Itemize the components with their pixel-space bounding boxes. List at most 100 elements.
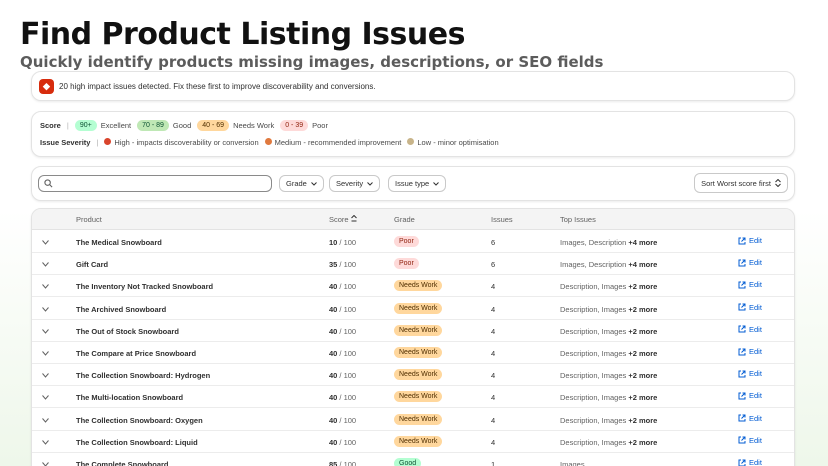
column-header-score[interactable]: Score	[329, 214, 357, 224]
table-row[interactable]: The Complete Snowboard 85 / 100 Good 1 Image…	[32, 453, 794, 466]
edit-link[interactable]: Edit	[738, 369, 762, 378]
more-issues-count: +2 more	[628, 282, 658, 292]
edit-label: Edit	[749, 347, 762, 356]
issue-count: 4	[491, 393, 496, 403]
issue-type-filter-button[interactable]: Issue type	[388, 175, 447, 192]
top-issues: Description, Images +2 more	[560, 438, 657, 447]
table-row[interactable]: The Multi-location Snowboard 40 / 100 Need…	[32, 386, 794, 409]
expand-chevron-icon[interactable]	[42, 328, 49, 334]
table-row[interactable]: The Collection Snowboard: Hydrogen 40 / 1…	[32, 364, 794, 387]
severity-filter-button[interactable]: Severity	[329, 175, 381, 192]
edit-link[interactable]: Edit	[738, 303, 762, 312]
edit-label: Edit	[749, 435, 762, 445]
product-score: 40 / 100	[329, 393, 356, 402]
edit-link[interactable]: Edit	[738, 280, 762, 289]
score-suffix: / 100	[337, 349, 357, 358]
table-row[interactable]: The Medical Snowboard 10 / 100 Poor 6 Images…	[32, 231, 794, 253]
top-issues: Description, Images +2 more	[560, 327, 657, 336]
score-legend-label: Score	[40, 121, 61, 130]
external-link-icon	[738, 459, 746, 466]
expand-chevron-icon[interactable]	[42, 462, 49, 466]
grade-badge-cell: Good	[394, 458, 422, 466]
score-suffix: / 100	[337, 326, 357, 336]
product-name: The Medical Snowboard	[76, 238, 162, 247]
external-link-icon	[738, 259, 746, 267]
edit-link[interactable]: Edit	[738, 325, 762, 334]
low-severity-dot-icon	[407, 138, 415, 145]
score-suffix: / 100	[337, 460, 357, 466]
severity-filter-label: Severity	[336, 179, 364, 188]
top-issues-list: Description, Images	[560, 415, 627, 425]
table-row[interactable]: The Out of Stock Snowboard 40 / 100 Needs …	[32, 320, 794, 342]
top-issues: Images, Description +4 more	[560, 260, 657, 269]
top-issues: Images	[560, 460, 585, 466]
edit-link[interactable]: Edit	[738, 414, 762, 423]
edit-label: Edit	[749, 324, 762, 334]
severity-high: High - impacts discoverability or conver…	[104, 138, 259, 147]
top-issues-list: Description, Images	[560, 437, 627, 447]
score-suffix: / 100	[337, 393, 357, 403]
product-name: The Collection Snowboard: Hydrogen	[76, 371, 211, 381]
table-row[interactable]: The Collection Snowboard: Liquid 40 / 100…	[32, 431, 794, 453]
edit-link[interactable]: Edit	[738, 236, 762, 245]
grade-pill-good: 70 - 89	[137, 120, 169, 131]
search-input[interactable]	[38, 175, 272, 192]
table-row[interactable]: The Compare at Price Snowboard 40 / 100 Ne…	[32, 342, 794, 364]
grade-label-needs-work: Needs Work	[233, 121, 275, 130]
issue-count: 4	[491, 282, 496, 292]
issue-type-filter-label: Issue type	[395, 179, 430, 188]
table-row[interactable]: The Collection Snowboard: Oxygen 40 / 100…	[32, 409, 794, 431]
product-name: The Compare at Price Snowboard	[76, 349, 197, 358]
severity-legend-label: Issue Severity	[40, 138, 91, 147]
issue-count: 4	[491, 304, 496, 314]
edit-link[interactable]: Edit	[738, 258, 762, 267]
status-badge: Poor	[394, 236, 419, 247]
status-badge: Needs Work	[394, 324, 443, 336]
column-header-grade: Grade	[394, 215, 415, 224]
score-suffix: / 100	[337, 260, 357, 270]
high-severity-dot-icon	[104, 138, 112, 145]
product-score: 40 / 100	[329, 327, 356, 336]
expand-chevron-icon[interactable]	[42, 262, 49, 267]
external-link-icon	[738, 281, 746, 289]
expand-chevron-icon[interactable]	[42, 351, 49, 356]
grade-label-good: Good	[172, 121, 192, 130]
edit-link[interactable]: Edit	[738, 458, 762, 466]
sort-label: Sort Worst score first	[701, 178, 771, 188]
expand-chevron-icon[interactable]	[42, 306, 49, 312]
expand-chevron-icon[interactable]	[42, 373, 49, 378]
medium-severity-dot-icon	[264, 138, 272, 145]
column-header-issues: Issues	[491, 215, 513, 224]
table-header: Product Score Grade Issues Top Issues	[32, 209, 794, 230]
edit-link[interactable]: Edit	[738, 391, 762, 400]
severity-medium-label: Medium - recommended improvement	[274, 138, 402, 147]
edit-link[interactable]: Edit	[738, 436, 762, 445]
grade-filter-button[interactable]: Grade	[279, 175, 324, 192]
expand-chevron-icon[interactable]	[42, 439, 49, 445]
status-badge: Good	[394, 458, 422, 466]
product-score: 10 / 100	[329, 238, 356, 247]
external-link-icon	[738, 370, 746, 378]
more-issues-count: +2 more	[628, 326, 658, 336]
status-badge: Needs Work	[394, 435, 443, 447]
table-row[interactable]: The Inventory Not Tracked Snowboard 40 / …	[32, 275, 794, 298]
score-suffix: / 100	[337, 371, 357, 381]
divider: |	[66, 121, 69, 130]
sort-select[interactable]: Sort Worst score first	[694, 173, 788, 193]
expand-chevron-icon[interactable]	[42, 240, 49, 245]
top-issues: Description, Images +2 more	[560, 371, 657, 380]
product-name: The Archived Snowboard	[76, 304, 167, 314]
edit-label: Edit	[749, 302, 762, 312]
expand-chevron-icon[interactable]	[42, 284, 49, 290]
expand-chevron-icon[interactable]	[42, 417, 49, 423]
edit-link[interactable]: Edit	[738, 347, 762, 356]
table-row[interactable]: Gift Card 35 / 100 Poor 6 Images, Descriptio…	[32, 253, 794, 276]
edit-label: Edit	[749, 458, 762, 466]
expand-chevron-icon[interactable]	[42, 395, 49, 401]
table-row[interactable]: The Archived Snowboard 40 / 100 Needs Work…	[32, 298, 794, 320]
top-issues-list: Description, Images	[560, 282, 627, 292]
grade-badge-cell: Poor	[394, 236, 419, 247]
grade-label-poor: Poor	[312, 121, 328, 130]
top-issues: Images, Description +4 more	[560, 238, 657, 247]
status-badge: Needs Work	[394, 413, 443, 425]
